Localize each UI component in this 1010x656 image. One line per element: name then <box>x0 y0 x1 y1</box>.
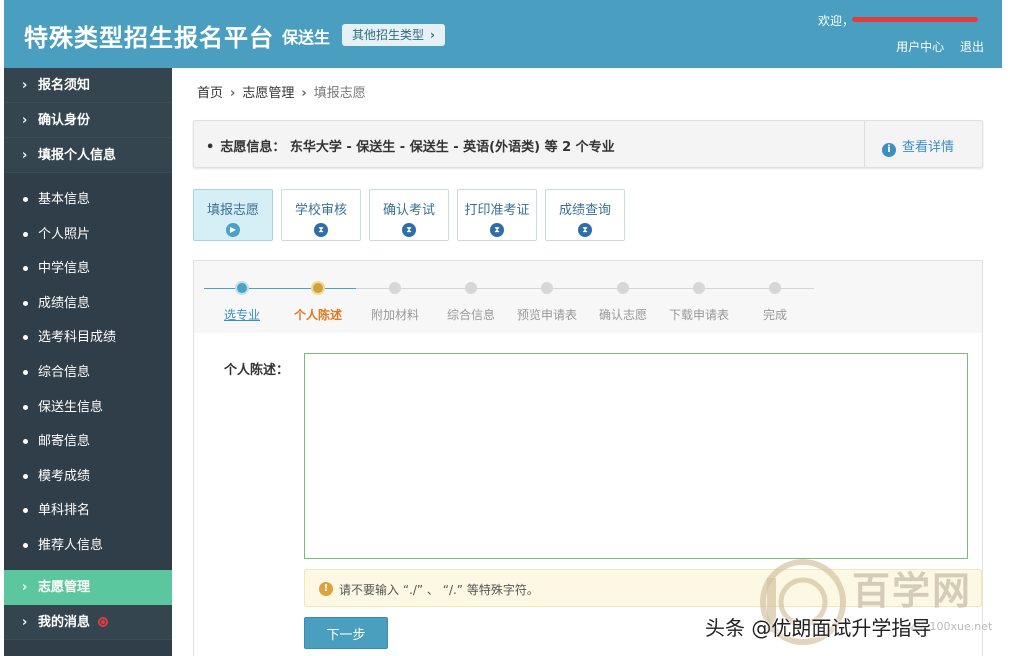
welcome-text: 欢迎， <box>818 14 855 28</box>
chevron-right-icon: › <box>22 148 28 163</box>
bullet-icon <box>23 266 28 272</box>
step-dot <box>311 281 325 295</box>
personal-statement-input[interactable] <box>304 353 968 559</box>
bullet-icon <box>23 369 28 375</box>
progress-line <box>356 288 814 289</box>
view-details-link[interactable]: i 查看详情 <box>882 136 954 157</box>
personal-statement-label: 个人陈述： <box>224 363 290 378</box>
step-dot <box>465 282 477 294</box>
chevron-right-icon: › <box>22 113 28 128</box>
sidebar-subitem[interactable]: 综合信息 <box>4 356 172 391</box>
breadcrumb: 首页 › 志愿管理 › 填报志愿 <box>197 82 366 101</box>
step-dot <box>235 281 249 295</box>
user-center-link[interactable]: 用户中心 <box>896 40 944 54</box>
breadcrumb-current: 填报志愿 <box>313 86 366 101</box>
warning-icon: ! <box>319 582 333 596</box>
tab-fill-volunteer[interactable]: 填报志愿 ▶ <box>193 189 273 241</box>
sidebar-subitem[interactable]: 邮寄信息 <box>4 425 172 460</box>
step-label: 综合信息 <box>446 308 496 322</box>
sidebar-subitem[interactable]: 单科排名 <box>4 494 172 529</box>
bullet-icon <box>23 197 28 202</box>
sidebar-item-confirm-identity[interactable]: › 确认身份 <box>4 103 172 138</box>
chevron-right-icon: › <box>230 86 236 101</box>
bullet-icon: • <box>206 140 215 155</box>
step-label-personal-statement: 个人陈述 <box>293 308 343 322</box>
other-type-label: 其他招生类型 <box>352 28 425 42</box>
redacted-username <box>852 17 978 22</box>
sidebar-item-messages[interactable]: › 我的消息 <box>4 604 172 640</box>
bullet-icon <box>23 404 28 410</box>
step-label: 附加材料 <box>370 308 420 322</box>
tab-print-admission-ticket[interactable]: 打印准考证 ⧗ <box>457 189 537 241</box>
volunteer-info-text: 志愿信息： 东华大学 - 保送生 - 保送生 - 英语(外语类) 等 2 个专业 <box>220 140 615 155</box>
step-label: 完成 <box>762 308 788 322</box>
step-label: 下载申请表 <box>668 308 730 322</box>
hourglass-icon: ⧗ <box>578 223 592 237</box>
sidebar-subitem[interactable]: 保送生信息 <box>4 391 172 426</box>
sidebar: › 报名须知 › 确认身份 › 填报个人信息 基本信息 个人照片 中学信息 成绩信息 … <box>4 68 172 656</box>
chevron-right-icon: › <box>301 86 307 101</box>
sidebar-subitem[interactable]: 推荐人信息 <box>4 529 172 564</box>
bullet-icon <box>23 439 28 445</box>
sidebar-subitem[interactable]: 个人照片 <box>4 218 172 253</box>
watermark-toutiao: 头条 @优朗面试升学指导 <box>705 616 932 640</box>
chevron-right-icon: › <box>430 28 435 42</box>
breadcrumb-volunteer-management[interactable]: 志愿管理 <box>242 86 294 101</box>
sidebar-item-personal-info[interactable]: › 填报个人信息 <box>4 138 172 173</box>
tab-score-query[interactable]: 成绩查询 ⧗ <box>545 189 625 241</box>
sidebar-subitem[interactable]: 基本信息 <box>4 183 172 218</box>
chevron-right-icon: › <box>22 614 28 630</box>
step-dot <box>541 282 553 294</box>
breadcrumb-home[interactable]: 首页 <box>197 86 223 101</box>
step-label: 确认志愿 <box>598 308 648 322</box>
sidebar-subitem[interactable]: 成绩信息 <box>4 287 172 322</box>
chevron-right-icon: › <box>22 579 28 595</box>
hourglass-icon: ⧗ <box>402 223 416 237</box>
platform-title: 特殊类型招生报名平台 <box>24 24 274 52</box>
play-icon: ▶ <box>226 223 240 237</box>
step-dot <box>617 282 629 294</box>
warning-text: 请不要输入 “./” 、 “/.” 等特殊字符。 <box>339 583 539 597</box>
bullet-icon <box>23 300 28 306</box>
sidebar-item-notice[interactable]: › 报名须知 <box>4 68 172 103</box>
tab-school-review[interactable]: 学校审核 ⧗ <box>281 189 361 241</box>
sidebar-subitem[interactable]: 模考成绩 <box>4 460 172 495</box>
step-label: 预览申请表 <box>516 308 578 322</box>
bullet-icon <box>23 231 28 237</box>
sidebar-submenu: 基本信息 个人照片 中学信息 成绩信息 选考科目成绩 综合信息 保送生信息 邮寄… <box>4 173 172 570</box>
hourglass-icon: ⧗ <box>314 223 328 237</box>
bullet-icon <box>23 542 28 548</box>
unread-indicator-icon <box>98 617 109 628</box>
step-dot <box>693 282 705 294</box>
app-header: 特殊类型招生报名平台 保送生 其他招生类型 › 欢迎， 用户中心 退出 <box>4 0 1002 68</box>
sidebar-subitem[interactable]: 中学信息 <box>4 252 172 287</box>
hourglass-icon: ⧗ <box>490 223 504 237</box>
admission-type-label: 保送生 <box>282 28 331 47</box>
sidebar-subitem[interactable]: 选考科目成绩 <box>4 321 172 356</box>
divider <box>864 121 865 167</box>
volunteer-info-bar: • 志愿信息： 东华大学 - 保送生 - 保送生 - 英语(外语类) 等 2 个专… <box>193 120 983 168</box>
other-type-button[interactable]: 其他招生类型 › <box>342 24 445 46</box>
watermark-site-name: 百学网 <box>852 568 973 613</box>
sidebar-item-volunteer-management[interactable]: › 志愿管理 <box>4 569 172 605</box>
bullet-icon <box>23 473 28 479</box>
progress-steps: 选专业 个人陈述 附加材料 综合信息 预览申请表 确认志愿 下载申请表 完成 <box>194 261 982 333</box>
step-label-select-major[interactable]: 选专业 <box>224 306 260 323</box>
tab-confirm-exam[interactable]: 确认考试 ⧗ <box>369 189 449 241</box>
bullet-icon <box>23 335 28 341</box>
header-links: 用户中心 退出 <box>884 38 984 55</box>
bullet-icon <box>23 508 28 514</box>
volunteer-info: • 志愿信息： 东华大学 - 保送生 - 保送生 - 英语(外语类) 等 2 个专… <box>206 136 615 155</box>
progress-line <box>204 288 318 289</box>
logout-link[interactable]: 退出 <box>960 40 984 54</box>
chevron-right-icon: › <box>22 78 28 93</box>
step-dot <box>389 282 401 294</box>
next-step-button[interactable]: 下一步 <box>304 617 388 649</box>
step-dot <box>769 282 781 294</box>
info-icon: i <box>882 143 896 157</box>
